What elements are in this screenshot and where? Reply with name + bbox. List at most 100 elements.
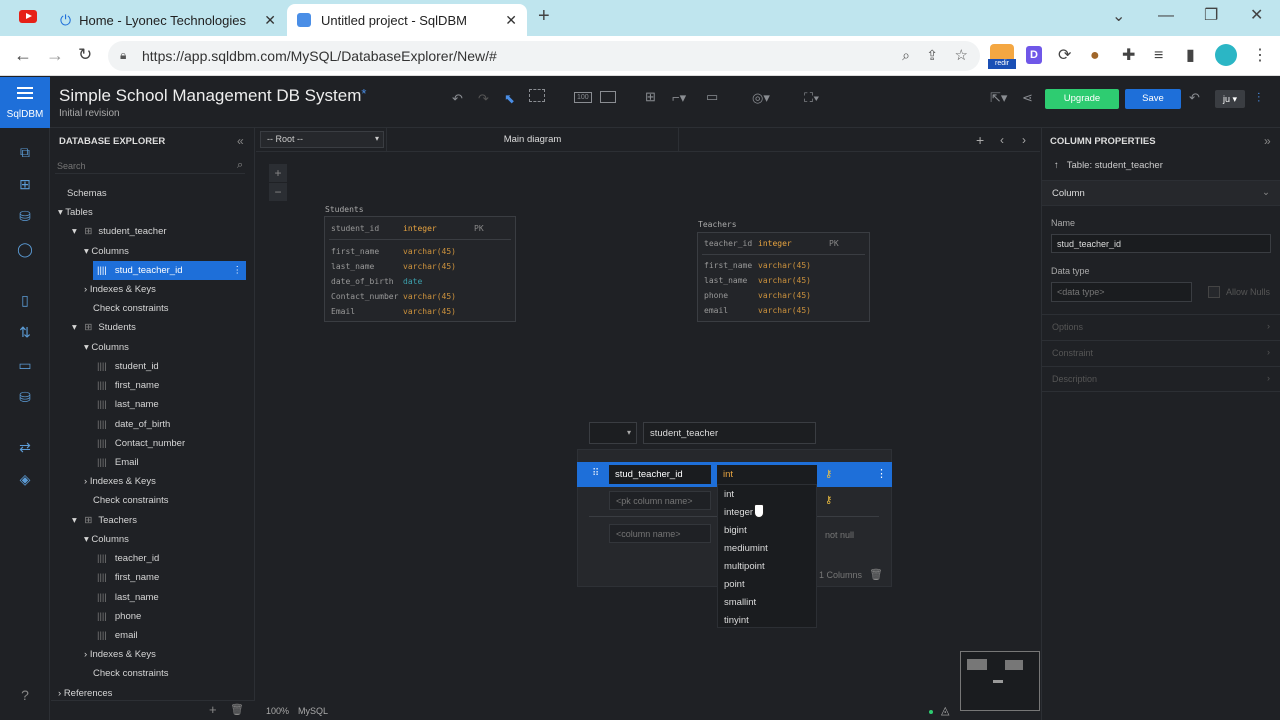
fit-icon[interactable] bbox=[600, 91, 616, 103]
report-icon[interactable]: ▭ bbox=[17, 357, 33, 373]
layout-icon[interactable]: ⛶▾ bbox=[804, 90, 819, 106]
new-column-name-input[interactable] bbox=[609, 524, 711, 543]
next-diagram-icon[interactable]: › bbox=[1022, 133, 1026, 147]
puzzle-extensions-icon[interactable]: ✚ bbox=[1122, 48, 1135, 64]
import-export-icon[interactable]: ⇄ bbox=[17, 439, 33, 455]
description-section[interactable]: Description › bbox=[1042, 366, 1280, 392]
table-column-row[interactable]: last_name varchar(45) bbox=[331, 262, 456, 271]
sidepanel-icon[interactable]: ▮ bbox=[1186, 48, 1195, 64]
revision-label[interactable]: Initial revision bbox=[59, 108, 120, 119]
undo-icon[interactable]: ↶ bbox=[452, 91, 463, 107]
minimap[interactable] bbox=[960, 651, 1040, 711]
table-column-row[interactable]: first_name varchar(45) bbox=[704, 261, 811, 270]
allow-nulls-checkbox[interactable] bbox=[1208, 286, 1220, 298]
settings-sliders-icon[interactable]: ⫶ bbox=[1257, 90, 1260, 106]
chat-icon[interactable]: ◯ bbox=[17, 241, 33, 257]
close-tab-icon[interactable]: ✕ bbox=[264, 12, 276, 29]
table-column-row[interactable]: phone varchar(45) bbox=[704, 291, 811, 300]
tree-column[interactable]: |||| teacher_id bbox=[97, 553, 159, 564]
table-icon[interactable]: ⊞ bbox=[17, 176, 33, 192]
tree-columns[interactable]: ▾ Columns bbox=[84, 534, 129, 545]
zoom-100-icon[interactable]: 100 bbox=[574, 92, 592, 103]
save-button[interactable]: Save bbox=[1125, 89, 1181, 109]
browser-tab-sqldbm[interactable]: Untitled project - SqlDBM ✕ bbox=[287, 4, 527, 36]
zoom-out-button[interactable]: − bbox=[269, 183, 287, 201]
sync-extension-icon[interactable]: ⟳ bbox=[1058, 48, 1071, 64]
delete-icon[interactable]: 🗑︎ bbox=[230, 703, 244, 716]
db-connect-icon[interactable]: ⛁ bbox=[17, 389, 33, 405]
root-select[interactable]: -- Root -- ▾ bbox=[260, 131, 384, 148]
tree-column[interactable]: |||| last_name bbox=[97, 592, 159, 603]
reload-icon[interactable]: ↻ bbox=[78, 46, 92, 63]
minimap-toggle-icon[interactable]: ◬ bbox=[941, 704, 949, 717]
zoom-icon[interactable]: ⌕ bbox=[902, 47, 910, 64]
key-icon[interactable]: ⚷ bbox=[825, 469, 832, 480]
column-name-field[interactable] bbox=[1051, 234, 1271, 253]
help-icon[interactable]: ? bbox=[17, 687, 33, 703]
docs-icon[interactable]: ▯ bbox=[17, 292, 33, 308]
type-option[interactable]: bigint bbox=[724, 525, 747, 536]
column-name-input[interactable] bbox=[609, 465, 711, 484]
back-icon[interactable]: ← bbox=[14, 46, 32, 64]
media-icon[interactable]: ≡ bbox=[1154, 48, 1163, 64]
table-column-row[interactable]: last_name varchar(45) bbox=[704, 276, 811, 285]
tree-table-teachers[interactable]: ▾ ⊞ Teachers bbox=[72, 515, 137, 526]
tree-columns[interactable]: ▾ Columns bbox=[84, 246, 129, 257]
type-option[interactable]: int bbox=[724, 489, 734, 500]
explorer-search-input[interactable] bbox=[55, 158, 245, 174]
tree-column[interactable]: |||| student_id bbox=[97, 361, 159, 372]
table-column-row[interactable]: first_name varchar(45) bbox=[331, 247, 456, 256]
tree-references[interactable]: › References bbox=[58, 688, 112, 699]
table-column-row[interactable]: Email varchar(45) bbox=[331, 307, 456, 316]
database-icon[interactable]: ⛁ bbox=[17, 208, 33, 224]
table-column-row[interactable]: date_of_birth date bbox=[331, 277, 422, 286]
tree-tables[interactable]: ▾ Tables bbox=[58, 207, 93, 218]
select-pointer-icon[interactable]: ⬉ bbox=[504, 91, 515, 107]
view-options-icon[interactable]: ◎▾ bbox=[752, 90, 770, 106]
tree-column[interactable]: |||| Email bbox=[97, 457, 139, 468]
browser-menu-icon[interactable]: ⋮ bbox=[1252, 48, 1268, 64]
pk-row[interactable]: teacher_id integer PK bbox=[704, 239, 864, 248]
tree-table-students[interactable]: ▾ ⊞ Students bbox=[72, 322, 136, 333]
tree-indexes[interactable]: › Indexes & Keys bbox=[84, 649, 156, 660]
add-relation-icon[interactable]: ⌐▾ bbox=[672, 90, 686, 106]
restore-icon[interactable]: ❐ bbox=[1204, 8, 1218, 24]
forward-icon[interactable]: → bbox=[46, 46, 64, 64]
type-option[interactable]: point bbox=[724, 579, 745, 590]
cookie-extension-icon[interactable]: ● bbox=[1090, 48, 1100, 64]
d-extension-icon[interactable]: D bbox=[1026, 46, 1042, 64]
tree-check-constraints[interactable]: Check constraints bbox=[93, 668, 169, 679]
close-tab-icon[interactable]: ✕ bbox=[505, 12, 517, 29]
pk-row[interactable]: student_id integer PK bbox=[331, 224, 511, 233]
collapse-icon[interactable]: « bbox=[237, 134, 244, 148]
browser-tab-home[interactable]: ⏻ Home - Lyonec Technologies ✕ bbox=[50, 4, 286, 36]
key-icon[interactable]: ⚷ bbox=[825, 495, 832, 506]
app-logo[interactable]: SqlDBM bbox=[0, 77, 50, 128]
table-link[interactable]: ↑ Table: student_teacher bbox=[1054, 160, 1163, 171]
zoom-in-button[interactable]: + bbox=[269, 164, 287, 182]
share-icon[interactable]: ⇪ bbox=[926, 47, 938, 64]
youtube-icon[interactable] bbox=[19, 10, 37, 23]
more-icon[interactable]: ⋮ bbox=[233, 261, 243, 280]
diagram-tab[interactable]: Main diagram bbox=[386, 128, 679, 152]
table-column-row[interactable]: email varchar(45) bbox=[704, 306, 811, 315]
address-bar[interactable]: 🔒︎ https://app.sqldbm.com/MySQL/Database… bbox=[108, 41, 980, 71]
tree-column[interactable]: |||| phone bbox=[97, 611, 141, 622]
teachers-table[interactable]: teacher_id integer PK first_name varchar(45… bbox=[697, 232, 870, 322]
chevron-down-icon[interactable]: ⌄ bbox=[1112, 9, 1125, 25]
tree-column[interactable]: |||| last_name bbox=[97, 399, 159, 410]
upgrade-button[interactable]: Upgrade bbox=[1045, 89, 1119, 109]
tree-column-stud-teacher-id[interactable]: |||| stud_teacher_id ⋮ bbox=[93, 261, 246, 280]
tree-schemas[interactable]: Schemas bbox=[67, 188, 107, 199]
compare-icon[interactable]: ⇅ bbox=[17, 324, 33, 340]
add-note-icon[interactable]: ▭ bbox=[706, 89, 718, 105]
profile-avatar-icon[interactable] bbox=[1215, 44, 1237, 66]
tree-column[interactable]: |||| first_name bbox=[97, 572, 159, 583]
column-type-input[interactable] bbox=[717, 465, 817, 484]
prev-diagram-icon[interactable]: ‹ bbox=[1000, 133, 1004, 147]
add-table-icon[interactable]: ⊞ bbox=[645, 89, 656, 105]
tree-columns[interactable]: ▾ Columns bbox=[84, 342, 129, 353]
table-name-input[interactable] bbox=[643, 422, 816, 444]
type-option[interactable]: mediumint bbox=[724, 543, 768, 554]
tree-indexes[interactable]: › Indexes & Keys bbox=[84, 284, 156, 295]
